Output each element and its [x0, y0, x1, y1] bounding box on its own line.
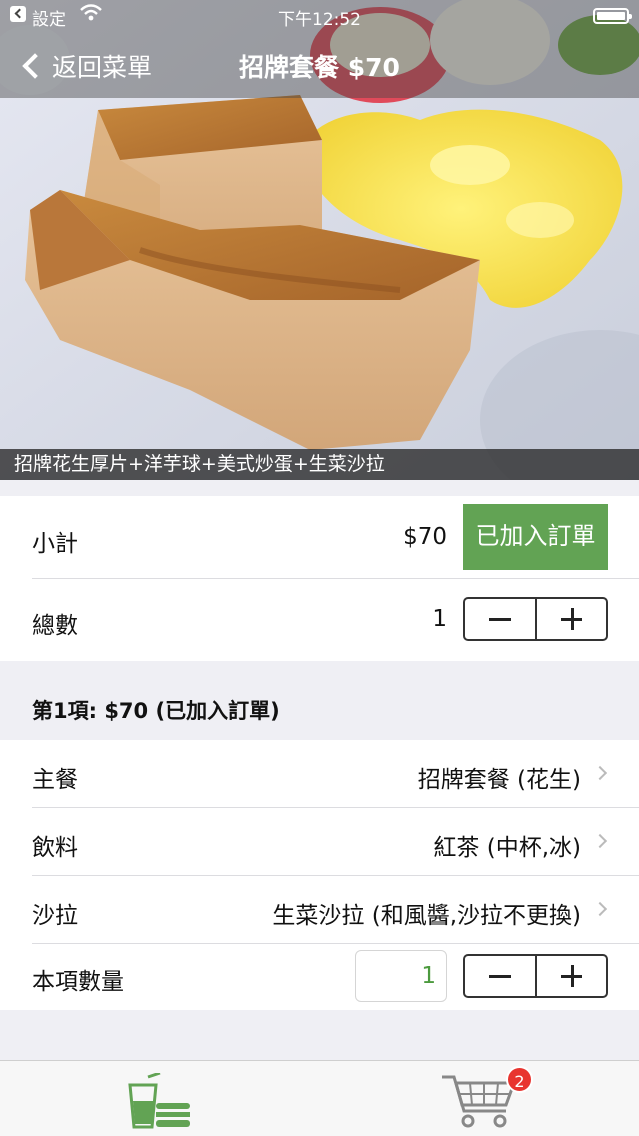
option-value: 生菜沙拉 (和風醬,沙拉不更換) [272, 903, 581, 929]
cart-count-badge: 2 [506, 1066, 533, 1093]
option-value: 招牌套餐 (花生) [417, 767, 581, 793]
added-to-order-button[interactable]: 已加入訂單 [463, 504, 608, 570]
item-section-header: 第1項: $70 (已加入訂單) [0, 661, 639, 739]
option-label: 飲料 [32, 835, 78, 861]
status-bar: 設定 下午12:52 [0, 0, 639, 34]
option-label: 主餐 [32, 767, 78, 793]
total-count: 1 [432, 606, 447, 632]
option-value: 紅茶 (中杯,冰) [433, 835, 581, 861]
item-quantity-label: 本項數量 [32, 969, 124, 995]
item-quantity-field[interactable] [355, 950, 447, 1002]
total-decrement-button[interactable] [465, 599, 535, 639]
battery-icon [593, 8, 632, 24]
item-header-label: 第1項: $70 (已加入訂單) [32, 699, 280, 723]
total-label: 總數 [32, 613, 78, 639]
chevron-right-icon [592, 765, 608, 781]
subtotal-label: 小計 [32, 531, 78, 557]
chevron-right-icon [592, 901, 608, 917]
option-row-main[interactable]: 主餐 招牌套餐 (花生) [0, 740, 639, 807]
option-label: 沙拉 [32, 903, 78, 929]
total-stepper [463, 597, 608, 641]
chevron-right-icon [592, 833, 608, 849]
subtotal-value: $70 [403, 524, 447, 550]
option-row-drink[interactable]: 飲料 紅茶 (中杯,冰) [0, 808, 639, 875]
total-increment-button[interactable] [534, 599, 607, 639]
tab-bar [0, 1060, 639, 1136]
item-quantity-stepper [463, 954, 608, 998]
photo-caption: 招牌花生厚片+洋芋球+美式炒蛋+生菜沙拉 [0, 449, 639, 480]
item-decrement-button[interactable] [465, 956, 535, 996]
summary-section: 小計 $70 已加入訂單 總數 1 [0, 496, 639, 661]
page-title: 招牌套餐 $70 [239, 53, 400, 82]
status-time: 下午12:52 [278, 10, 361, 30]
option-row-salad[interactable]: 沙拉 生菜沙拉 (和風醬,沙拉不更換) [0, 876, 639, 943]
divider [32, 578, 639, 579]
menu-food-drink-icon[interactable] [126, 1073, 194, 1129]
item-increment-button[interactable] [534, 956, 607, 996]
divider [32, 943, 639, 944]
